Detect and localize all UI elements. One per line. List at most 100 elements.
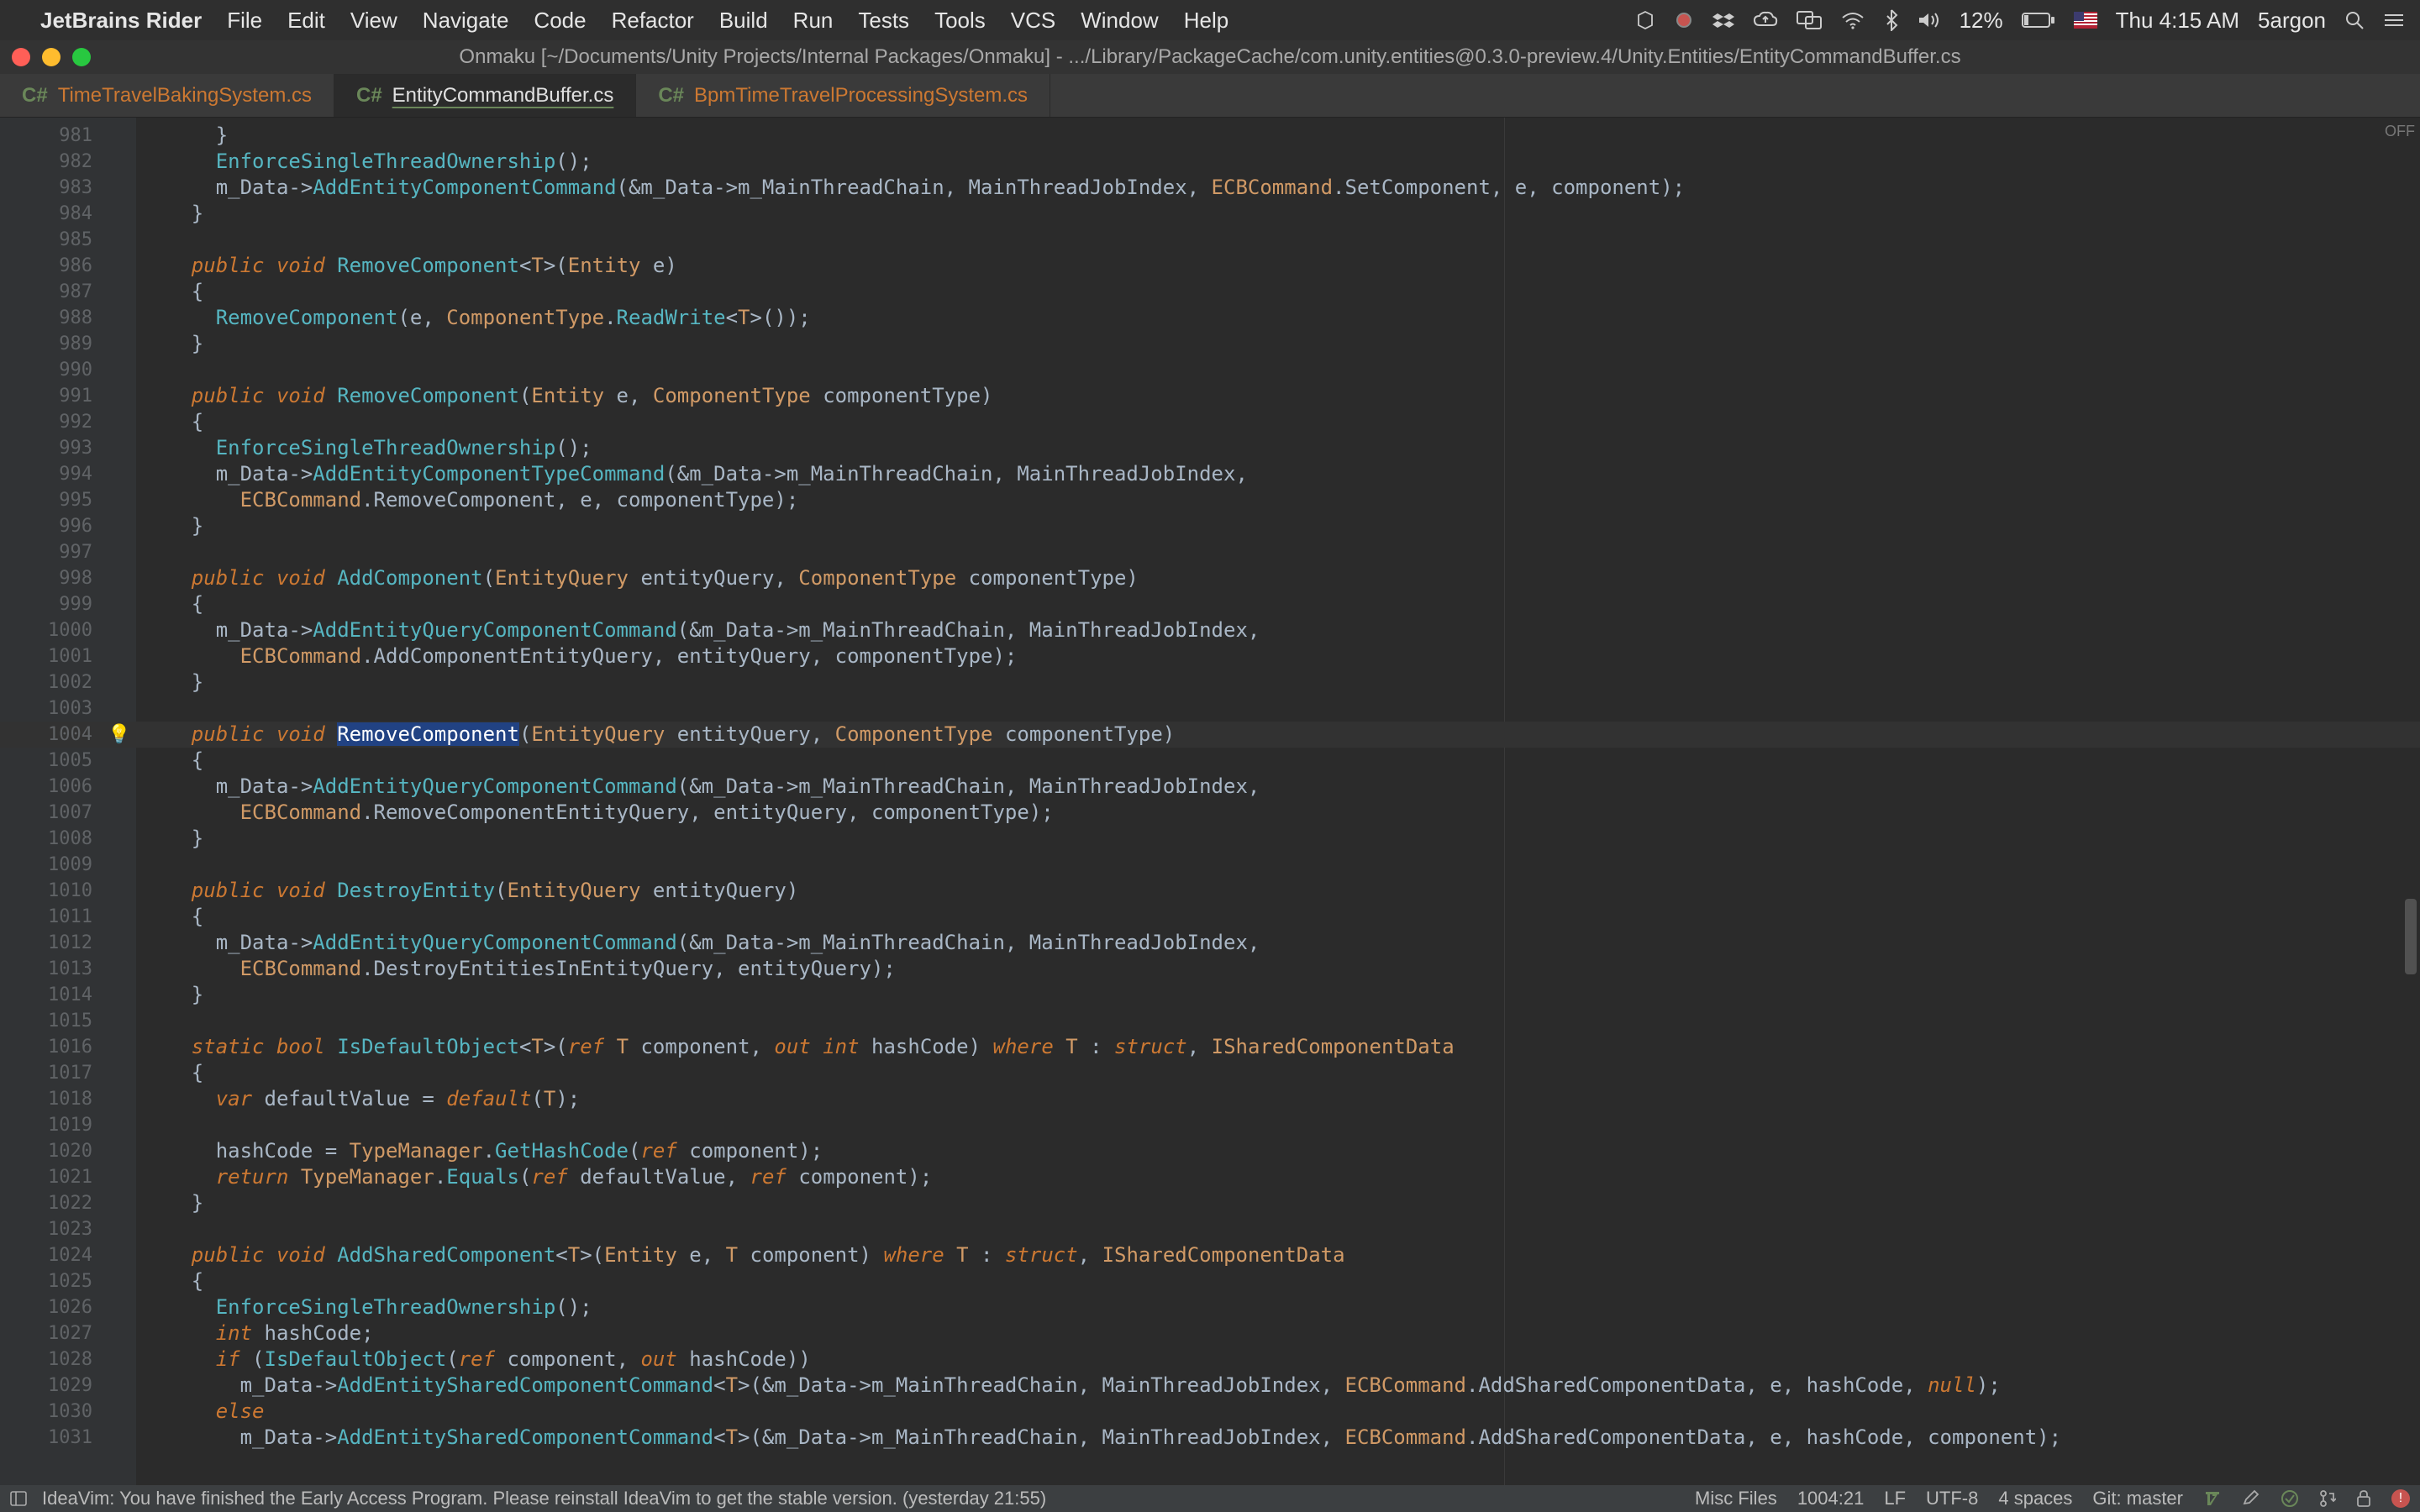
- code-line[interactable]: m_Data->AddEntityComponentCommand(&m_Dat…: [143, 175, 1685, 201]
- code-line[interactable]: m_Data->AddEntityQueryComponentCommand(&…: [143, 617, 1260, 643]
- menu-code[interactable]: Code: [534, 8, 586, 34]
- code-line[interactable]: }: [143, 982, 203, 1008]
- code-line[interactable]: EnforceSingleThreadOwnership();: [143, 149, 592, 175]
- menu-tools[interactable]: Tools: [934, 8, 986, 34]
- code-line[interactable]: ECBCommand.DestroyEntitiesInEntityQuery,…: [143, 956, 896, 982]
- code-line[interactable]: public void RemoveComponent<T>(Entity e): [143, 253, 677, 279]
- code-line[interactable]: m_Data->AddEntityComponentTypeCommand(&m…: [143, 461, 1248, 487]
- code-line[interactable]: {: [143, 591, 203, 617]
- battery-icon[interactable]: [2022, 12, 2055, 29]
- username[interactable]: 5argon: [2258, 8, 2326, 34]
- status-misc[interactable]: Misc Files: [1695, 1488, 1777, 1509]
- screens-icon[interactable]: [1797, 11, 1822, 29]
- code-line[interactable]: }: [143, 123, 228, 149]
- git-pull-icon[interactable]: [2319, 1489, 2336, 1508]
- menu-file[interactable]: File: [227, 8, 262, 34]
- menu-help[interactable]: Help: [1184, 8, 1228, 34]
- menu-view[interactable]: View: [350, 8, 397, 34]
- code-line[interactable]: RemoveComponent(e, ComponentType.ReadWri…: [143, 305, 811, 331]
- intention-bulb-icon[interactable]: 💡: [108, 723, 129, 745]
- menu-tests[interactable]: Tests: [858, 8, 909, 34]
- toolwindow-icon[interactable]: [10, 1491, 27, 1506]
- menu-run[interactable]: Run: [793, 8, 834, 34]
- code-line[interactable]: ECBCommand.RemoveComponent, e, component…: [143, 487, 798, 513]
- menu-build[interactable]: Build: [719, 8, 768, 34]
- error-badge-icon[interactable]: !: [2391, 1489, 2410, 1508]
- code-line[interactable]: {: [143, 904, 203, 930]
- code-line[interactable]: ECBCommand.RemoveComponentEntityQuery, e…: [143, 800, 1054, 826]
- code-line[interactable]: {: [143, 279, 203, 305]
- code-editor[interactable]: OFF } EnforceSingleThreadOwnership(); m_…: [0, 118, 2420, 1485]
- volume-icon[interactable]: [1918, 11, 1941, 29]
- status-line-separator[interactable]: LF: [1884, 1488, 1906, 1509]
- code-text[interactable]: } EnforceSingleThreadOwnership(); m_Data…: [143, 118, 2400, 1485]
- menu-window[interactable]: Window: [1081, 8, 1158, 34]
- bluetooth-icon[interactable]: [1884, 9, 1899, 31]
- menu-edit[interactable]: Edit: [287, 8, 325, 34]
- code-line[interactable]: }: [143, 331, 203, 357]
- battery-percent[interactable]: 12%: [1960, 8, 2003, 34]
- spotlight-icon[interactable]: [2344, 10, 2365, 30]
- app-name[interactable]: JetBrains Rider: [40, 8, 202, 34]
- build-ok-icon[interactable]: [2281, 1489, 2299, 1508]
- code-line[interactable]: {: [143, 748, 203, 774]
- code-line[interactable]: m_Data->AddEntitySharedComponentCommand<…: [143, 1373, 2001, 1399]
- code-line[interactable]: }: [143, 201, 203, 227]
- code-line[interactable]: static bool IsDefaultObject<T>(ref T com…: [143, 1034, 1455, 1060]
- tab-timetravelbakingsystem[interactable]: C# TimeTravelBakingSystem.cs: [0, 74, 334, 117]
- code-line[interactable]: ECBCommand.AddComponentEntityQuery, enti…: [143, 643, 1017, 669]
- close-window-button[interactable]: [12, 48, 30, 66]
- minimize-window-button[interactable]: [42, 48, 60, 66]
- code-line[interactable]: }: [143, 513, 203, 539]
- scrollbar-thumb[interactable]: [2405, 899, 2417, 974]
- status-git-branch[interactable]: Git: master: [2092, 1488, 2183, 1509]
- code-line[interactable]: var defaultValue = default(T);: [143, 1086, 580, 1112]
- menu-navigate[interactable]: Navigate: [423, 8, 509, 34]
- status-encoding[interactable]: UTF-8: [1926, 1488, 1978, 1509]
- status-caret-position[interactable]: 1004:21: [1797, 1488, 1865, 1509]
- code-line[interactable]: {: [143, 1060, 203, 1086]
- tab-bpmtimetravelprocessingsystem[interactable]: C# BpmTimeTravelProcessingSystem.cs: [636, 74, 1050, 117]
- csharp-icon: C#: [356, 84, 382, 108]
- clock[interactable]: Thu 4:15 AM: [2116, 8, 2239, 34]
- code-line[interactable]: hashCode = TypeManager.GetHashCode(ref c…: [143, 1138, 823, 1164]
- code-line[interactable]: }: [143, 669, 203, 696]
- code-line[interactable]: if (IsDefaultObject(ref component, out h…: [143, 1347, 811, 1373]
- record-icon[interactable]: [1674, 10, 1694, 30]
- status-indent[interactable]: 4 spaces: [1998, 1488, 2072, 1509]
- wifi-icon[interactable]: [1840, 11, 1865, 29]
- code-line[interactable]: {: [143, 1268, 203, 1294]
- scrollbar[interactable]: [2405, 168, 2417, 1452]
- code-line[interactable]: public void AddComponent(EntityQuery ent…: [143, 565, 1139, 591]
- window-titlebar: Onmaku [~/Documents/Unity Projects/Inter…: [0, 40, 2420, 74]
- code-line[interactable]: m_Data->AddEntityQueryComponentCommand(&…: [143, 930, 1260, 956]
- control-center-icon[interactable]: [2383, 12, 2405, 29]
- vim-indicator-icon[interactable]: [2203, 1489, 2222, 1508]
- code-line[interactable]: else: [143, 1399, 265, 1425]
- code-line[interactable]: public void RemoveComponent(EntityQuery …: [143, 722, 1175, 748]
- line-number: 1027: [0, 1320, 92, 1347]
- cloud-sync-icon[interactable]: [1753, 10, 1778, 30]
- code-line[interactable]: int hashCode;: [143, 1320, 374, 1347]
- tab-entitycommandbuffer[interactable]: C# EntityCommandBuffer.cs: [334, 74, 636, 117]
- lock-icon[interactable]: [2356, 1489, 2371, 1508]
- code-line[interactable]: public void AddSharedComponent<T>(Entity…: [143, 1242, 1345, 1268]
- line-number: 989: [0, 331, 92, 357]
- code-line[interactable]: return TypeManager.Equals(ref defaultVal…: [143, 1164, 932, 1190]
- pencil-icon[interactable]: [2242, 1489, 2260, 1508]
- code-line[interactable]: EnforceSingleThreadOwnership();: [143, 435, 592, 461]
- code-line[interactable]: m_Data->AddEntityQueryComponentCommand(&…: [143, 774, 1260, 800]
- flag-icon[interactable]: [2074, 12, 2097, 29]
- menu-vcs[interactable]: VCS: [1011, 8, 1055, 34]
- code-line[interactable]: public void RemoveComponent(Entity e, Co…: [143, 383, 993, 409]
- code-line[interactable]: }: [143, 826, 203, 852]
- code-line[interactable]: public void DestroyEntity(EntityQuery en…: [143, 878, 798, 904]
- code-line[interactable]: m_Data->AddEntitySharedComponentCommand<…: [143, 1425, 2061, 1451]
- code-line[interactable]: {: [143, 409, 203, 435]
- code-line[interactable]: }: [143, 1190, 203, 1216]
- code-line[interactable]: EnforceSingleThreadOwnership();: [143, 1294, 592, 1320]
- dropbox-icon[interactable]: [1712, 10, 1734, 30]
- maximize-window-button[interactable]: [72, 48, 91, 66]
- menu-refactor[interactable]: Refactor: [612, 8, 694, 34]
- unity-icon[interactable]: [1635, 10, 1655, 30]
